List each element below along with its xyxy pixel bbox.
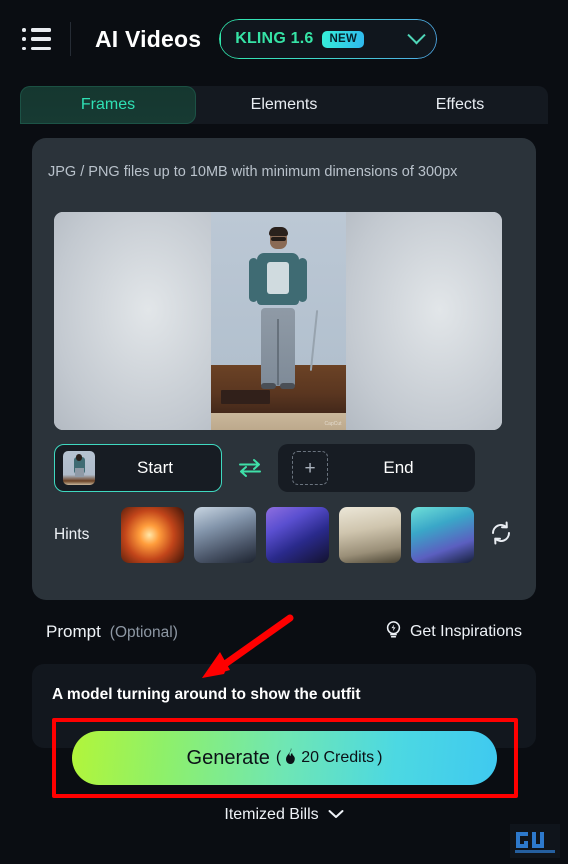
get-inspirations-button[interactable]: Get Inspirations [384,620,522,644]
tab-frames-label: Frames [80,96,136,113]
flame-icon [284,747,298,769]
end-frame-button[interactable]: + End [278,444,475,492]
start-frame-label: Start [137,458,173,477]
itemized-bills-label: Itemized Bills [224,806,319,823]
plus-icon: + [292,451,328,485]
tab-effects-label: Effects [435,96,485,113]
hint-thumbnail-4[interactable] [338,507,402,563]
chevron-down-icon [407,25,426,44]
ai-videos-app: AI Videos KLING 1.6 NEW Frames Elements … [0,0,568,864]
app-header: AI Videos KLING 1.6 NEW [0,0,568,78]
header-divider [70,22,71,56]
generate-label: Generate [186,746,270,769]
page-title: AI Videos [95,25,202,52]
itemized-bills-toggle[interactable]: Itemized Bills [0,806,568,824]
credits-paren-close: ) [377,749,383,766]
preview-blur-right [345,212,502,430]
credits-paren-open: ( [275,749,282,766]
hints-label: Hints [54,526,90,543]
lightbulb-bolt-icon [384,620,403,644]
refresh-icon[interactable] [488,520,514,551]
tab-effects[interactable]: Effects [372,86,548,124]
end-frame-label: End [383,458,414,477]
get-inspirations-label: Get Inspirations [409,623,522,640]
generate-button[interactable]: Generate ( 20 Credits ) [72,731,497,785]
model-name-label: KLING 1.6 [235,30,314,47]
tab-elements-label: Elements [250,96,318,113]
generate-credits: ( 20 Credits ) [275,747,383,769]
tab-frames[interactable]: Frames [20,86,196,124]
new-badge: NEW [322,30,365,48]
preview-blur-left [54,212,211,430]
model-selector[interactable]: KLING 1.6 NEW [219,19,438,59]
tab-elements[interactable]: Elements [196,86,372,124]
preview-watermark: CapCut [324,421,342,427]
hints-row: Hints [54,504,514,566]
credits-text: 20 Credits [301,749,375,766]
preview-photo: CapCut [210,212,346,430]
mode-tabs: Frames Elements Effects [20,86,548,124]
prompt-header: Prompt (Optional) [46,622,178,642]
upload-hint-text: JPG / PNG files up to 10MB with minimum … [48,164,458,180]
upload-panel: JPG / PNG files up to 10MB with minimum … [32,138,536,600]
hint-thumbnail-1[interactable] [121,507,184,563]
start-frame-button[interactable]: Start [54,444,222,492]
prompt-value: A model turning around to show the outfi… [52,686,361,703]
swap-arrows-icon[interactable] [222,458,278,478]
list-menu-icon[interactable] [22,26,56,52]
prompt-optional-label: (Optional) [109,624,178,641]
image-preview[interactable]: CapCut [54,212,502,430]
hint-thumbnail-2[interactable] [193,507,257,563]
start-frame-thumbnail [63,451,95,485]
prompt-title: Prompt [46,622,101,641]
frame-selector-row: Start + End [54,444,502,492]
site-watermark [510,824,560,858]
hint-thumbnail-5[interactable] [411,507,474,563]
hint-thumbnail-3[interactable] [266,507,329,563]
chevron-down-icon [328,806,344,824]
